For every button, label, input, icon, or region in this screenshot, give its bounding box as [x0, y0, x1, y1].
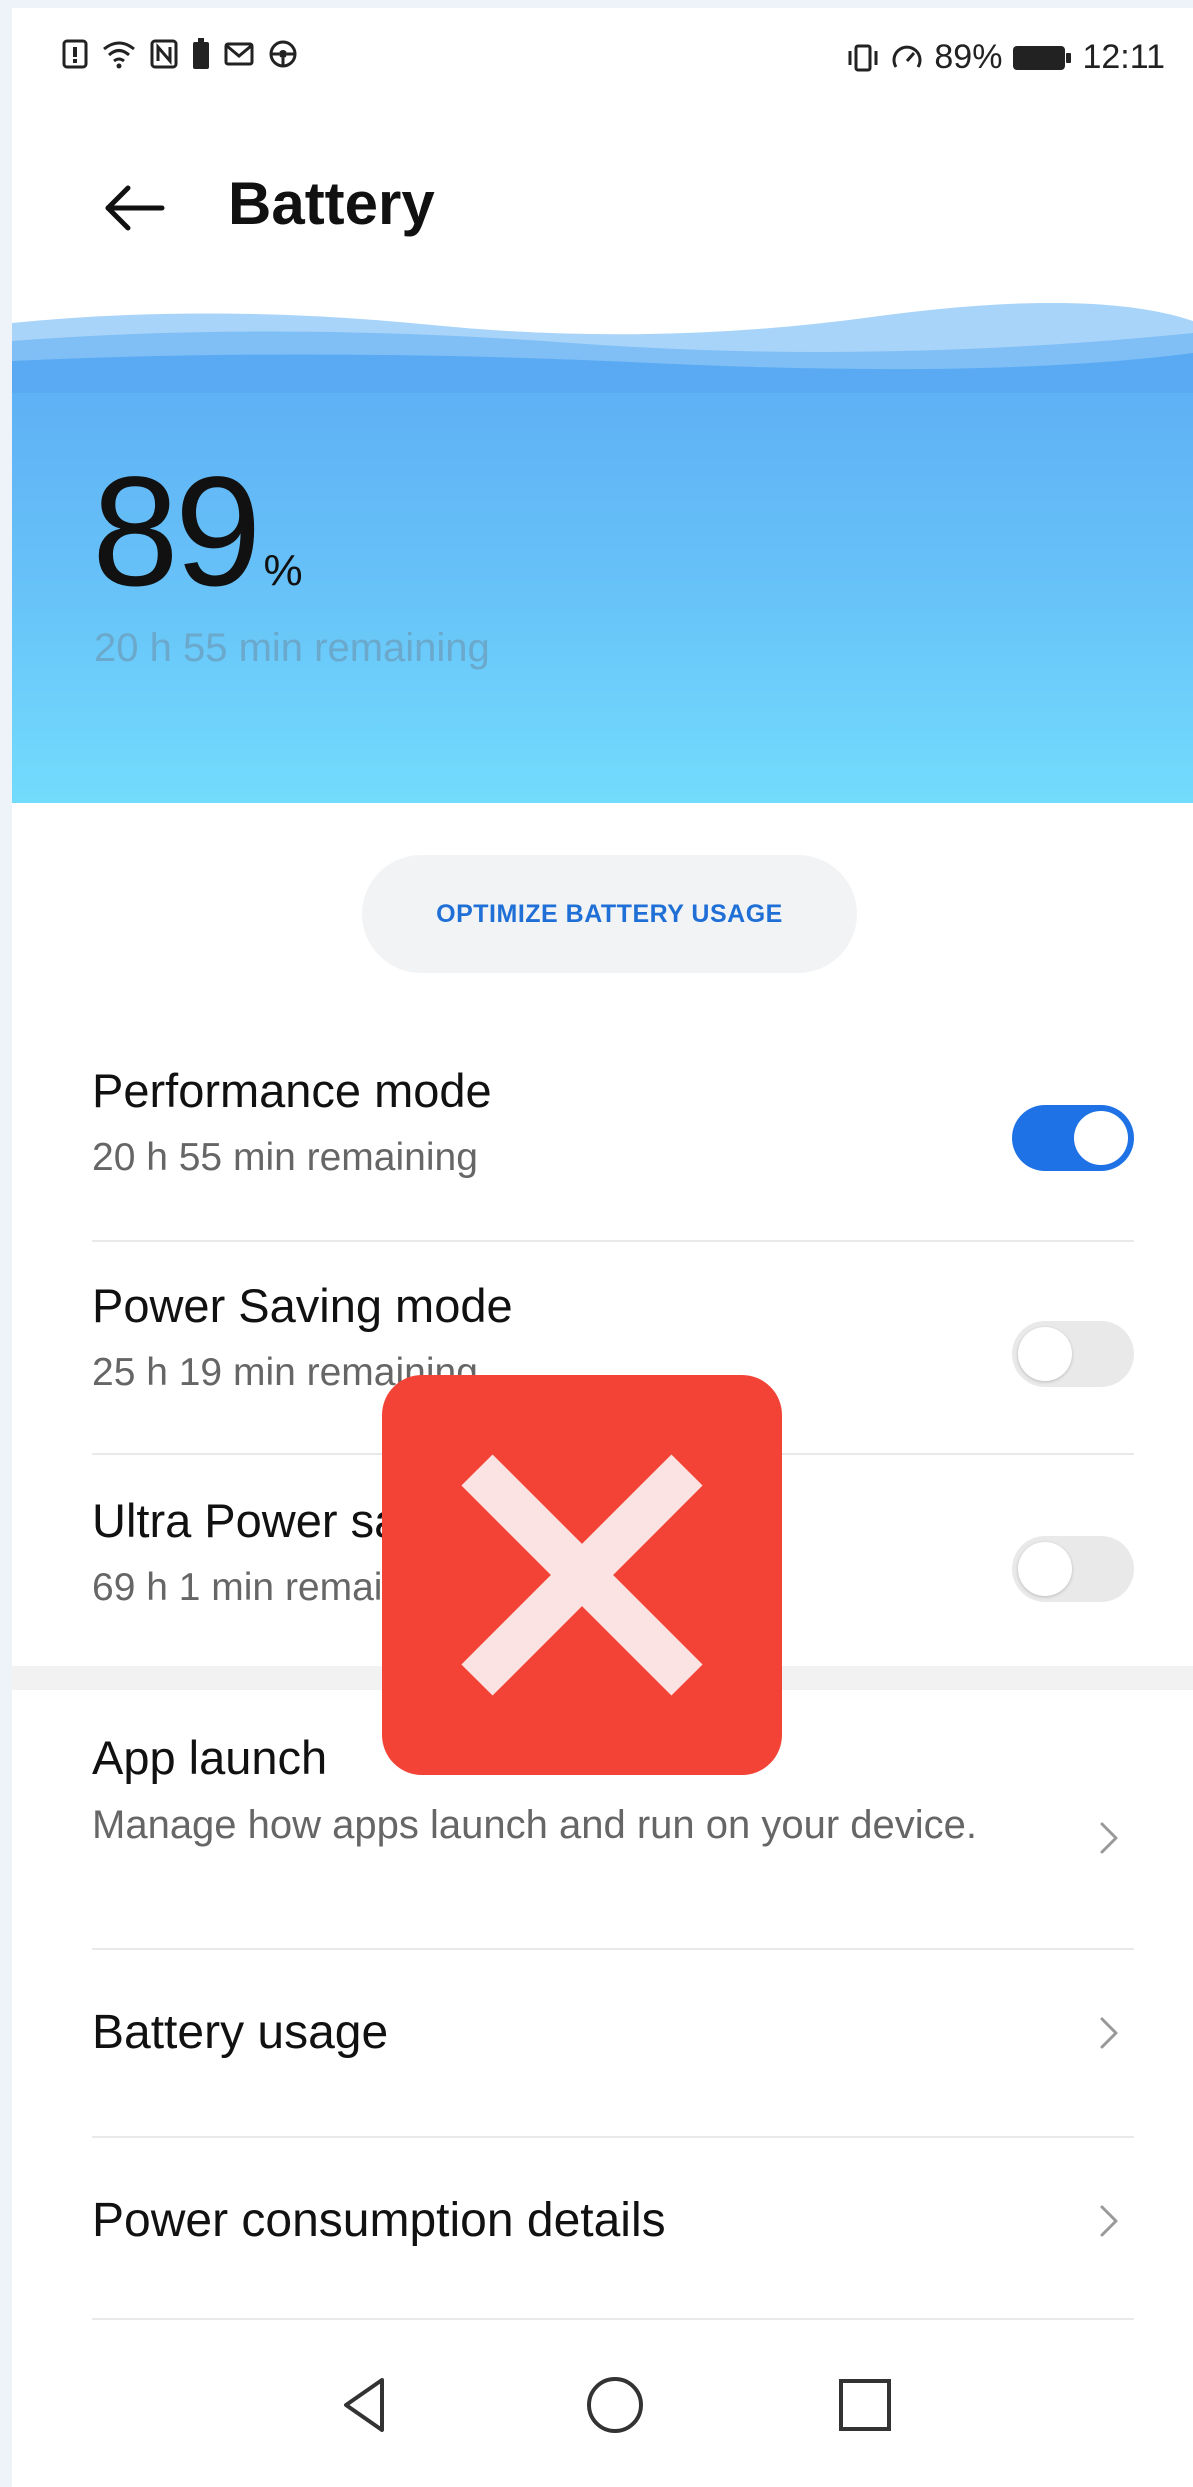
nfc-icon — [150, 39, 178, 69]
wave-decoration — [12, 303, 1193, 393]
row-title: Power consumption details — [92, 2194, 666, 2247]
screen: 89% 12:11 Battery 89% 20 h 55 min remain… — [12, 8, 1193, 2487]
status-icons-right: 89% 12:11 — [846, 38, 1165, 77]
row-title: Performance mode — [92, 1064, 492, 1117]
row-subtitle: 20 h 55 min remaining — [92, 1136, 478, 1179]
row-title: Battery usage — [92, 2006, 389, 2059]
status-icons-left — [62, 38, 298, 70]
performance-mode-toggle[interactable] — [1012, 1105, 1134, 1171]
close-icon — [461, 1454, 703, 1696]
speed-icon — [892, 45, 922, 68]
optimize-battery-button[interactable]: OPTIMIZE BATTERY USAGE — [362, 855, 857, 973]
nav-home-icon[interactable] — [580, 2370, 650, 2440]
nav-recents-icon[interactable] — [830, 2370, 900, 2440]
battery-percent-unit: % — [263, 546, 303, 595]
status-bar: 89% 12:11 — [12, 8, 1193, 113]
chevron-right-icon — [1100, 1822, 1118, 1854]
back-button[interactable] — [92, 168, 172, 248]
toggle-knob — [1018, 1327, 1072, 1381]
vibrate-icon — [848, 44, 878, 71]
toggle-knob — [1018, 1542, 1072, 1596]
row-title: Power Saving mode — [92, 1279, 513, 1332]
row-subtitle: Manage how apps launch and run on your d… — [92, 1803, 978, 1847]
battery-usage-row[interactable]: Battery usage — [92, 1988, 1134, 2098]
drive-icon — [269, 40, 297, 68]
status-time: 12:11 — [1082, 38, 1165, 76]
divider — [92, 2318, 1134, 2320]
ultra-power-saving-toggle[interactable] — [1012, 1536, 1134, 1602]
back-arrow-icon — [105, 185, 165, 231]
chevron-right-icon — [1100, 2205, 1118, 2237]
divider — [92, 1240, 1134, 1242]
battery-remaining-text: 20 h 55 min remaining — [94, 626, 490, 670]
power-saving-mode-toggle[interactable] — [1012, 1321, 1134, 1387]
performance-mode-row[interactable]: Performance mode 20 h 55 min remaining — [92, 1063, 1134, 1213]
divider — [92, 1948, 1134, 1950]
battery-level-panel: 89% 20 h 55 min remaining — [12, 303, 1193, 803]
battery-icon — [1013, 45, 1072, 70]
wifi-icon — [103, 41, 135, 69]
battery-percent: 89% — [92, 443, 303, 622]
nav-back-icon[interactable] — [330, 2370, 400, 2440]
app-header: Battery — [12, 113, 1193, 303]
status-battery-percent: 89% — [934, 38, 1003, 76]
error-overlay — [382, 1375, 782, 1775]
battery-saver-icon — [193, 38, 209, 69]
chevron-right-icon — [1100, 2017, 1118, 2049]
page-title: Battery — [228, 170, 435, 237]
toggle-knob — [1074, 1111, 1128, 1165]
mail-icon — [224, 42, 254, 66]
battery-percent-value: 89 — [92, 445, 262, 619]
notification-icon — [62, 39, 88, 69]
power-consumption-details-row[interactable]: Power consumption details — [92, 2176, 1134, 2286]
system-nav-bar — [12, 2328, 1193, 2487]
divider — [92, 2136, 1134, 2138]
